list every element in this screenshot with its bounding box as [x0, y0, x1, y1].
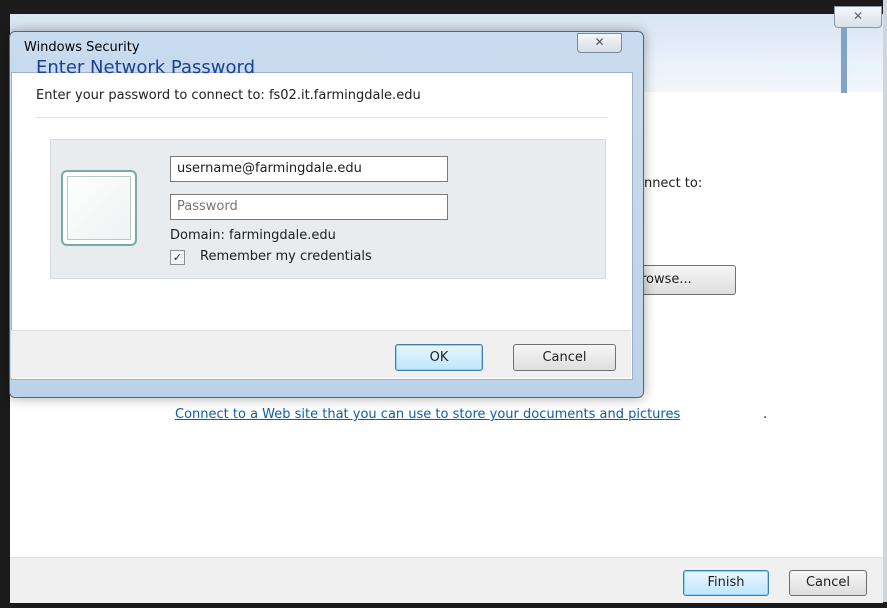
- dialog-separator: [36, 117, 608, 118]
- close-icon: ✕: [852, 9, 864, 23]
- dialog-cancel-button[interactable]: Cancel: [513, 344, 616, 371]
- remember-credentials-label[interactable]: Remember my credentials: [200, 249, 372, 264]
- wizard-connect-label: onnect to:: [636, 176, 703, 191]
- checkmark-icon: ✓: [172, 251, 183, 264]
- user-avatar-icon: [61, 170, 137, 246]
- dialog-close-button[interactable]: ✕: [577, 33, 622, 53]
- password-field[interactable]: [170, 194, 448, 220]
- username-field[interactable]: [170, 156, 448, 182]
- window-frame-right: [883, 0, 887, 608]
- connect-website-link[interactable]: Connect to a Web site that you can use t…: [175, 407, 680, 422]
- dialog-heading: Enter Network Password: [36, 57, 255, 78]
- window-frame-top: [0, 0, 887, 14]
- wizard-close-button[interactable]: ✕: [834, 6, 882, 28]
- ok-button[interactable]: OK: [395, 344, 483, 371]
- finish-button[interactable]: Finish: [683, 570, 769, 596]
- domain-label: Domain: farmingdale.edu: [170, 228, 336, 243]
- dialog-title: Windows Security: [24, 40, 140, 55]
- wizard-accent-bar: [841, 28, 847, 93]
- dialog-subtitle: Enter your password to connect to: fs02.…: [36, 88, 421, 103]
- link-period: .: [763, 407, 768, 422]
- browse-button[interactable]: rowse...: [628, 265, 736, 295]
- remember-credentials-checkbox[interactable]: ✓: [170, 250, 185, 265]
- close-icon: ✕: [594, 35, 605, 49]
- wizard-cancel-button[interactable]: Cancel: [789, 570, 867, 596]
